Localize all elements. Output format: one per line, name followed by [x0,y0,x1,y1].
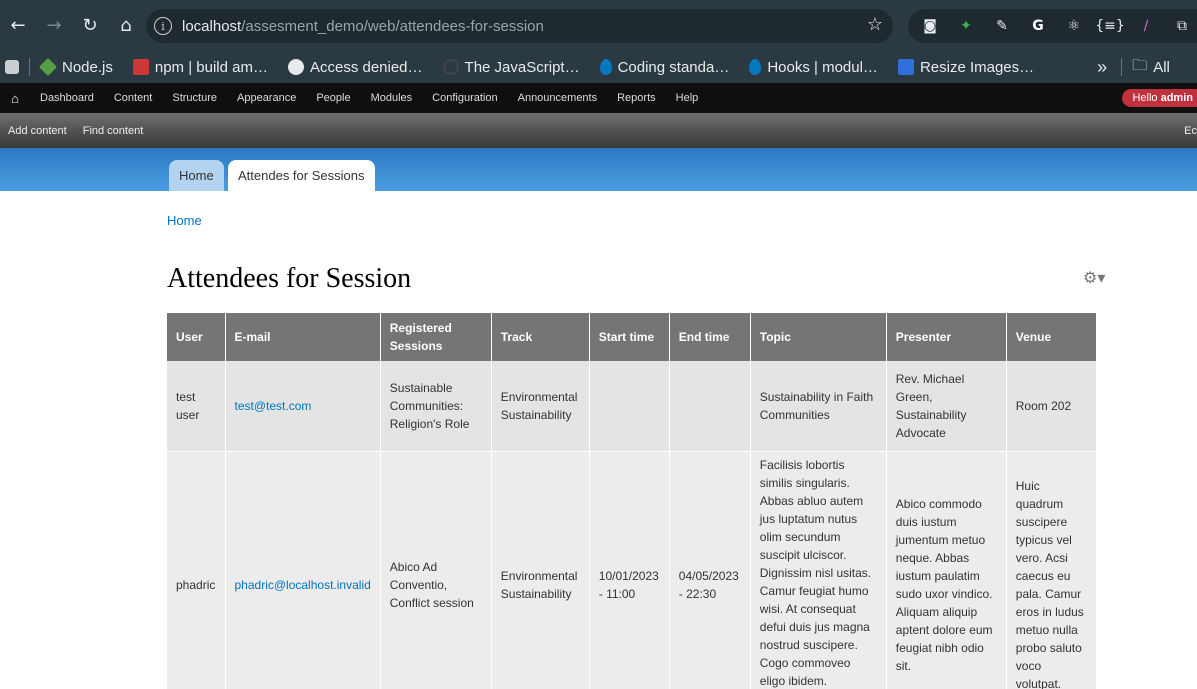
toolbar-people[interactable]: People [306,92,360,104]
address-bar[interactable]: i localhost/assesment_demo/web/attendees… [146,9,893,43]
grammarly-icon[interactable]: G [1026,14,1050,38]
globe-icon [287,59,304,75]
extensions-area: ◙ ✦ ✎ G ⚛ {≡} ∕ ⧉ [908,9,1197,43]
cell-track: Environmental Sustainability [491,361,590,452]
all-bookmarks[interactable]: 🗀 All [1132,55,1170,80]
green-extension-icon[interactable]: ✦ [954,14,978,38]
column-header-email[interactable]: E-mail [225,313,381,361]
table-row: phadric phadric@localhost.invalid Abico … [167,451,1097,689]
cell-end-time: 04/05/2023 - 22:30 [669,451,751,689]
toolbar-reports[interactable]: Reports [607,92,666,104]
toolbar-modules[interactable]: Modules [361,92,423,104]
edit-shortcuts-link[interactable]: Ec [1184,125,1197,137]
find-content-link[interactable]: Find content [75,125,152,137]
more-bookmarks-chevron-icon[interactable]: » [1097,57,1107,78]
cell-topic: Facilisis lobortis similis singularis. A… [750,451,887,689]
back-arrow-icon[interactable]: ← [0,8,36,44]
puzzle-extensions-icon[interactable]: ⧉ [1170,14,1194,38]
cell-sessions: Sustainable Communities: Religion's Role [380,361,492,452]
apps-icon[interactable] [5,60,19,74]
react-icon[interactable]: ⚛ [1062,14,1086,38]
browser-toolbar: ← → ↻ ⌂ i localhost/assesment_demo/web/a… [0,0,1197,51]
cell-user: phadric [167,451,226,689]
bookmark-javascript[interactable]: The JavaScript… [442,59,580,76]
bookmark-coding-standards[interactable]: Coding standa… [599,59,729,76]
add-content-link[interactable]: Add content [0,125,75,137]
cell-email: test@test.com [225,361,381,452]
cell-start-time [589,361,670,452]
attendees-table: User E-mail Registered Sessions Track St… [167,313,1097,689]
bookmark-star-icon[interactable]: ☆ [867,14,883,35]
toolbar-content[interactable]: Content [104,92,163,104]
column-header-track[interactable]: Track [491,313,590,361]
forward-arrow-icon[interactable]: → [36,8,72,44]
feather-extension-icon[interactable]: ∕ [1134,14,1158,38]
column-header-presenter[interactable]: Presenter [886,313,1007,361]
breadcrumb[interactable]: Home [167,213,202,228]
gear-icon[interactable]: ⚙▾ [1083,268,1105,288]
column-header-start-time[interactable]: Start time [589,313,670,361]
bookmark-hooks[interactable]: Hooks | modul… [749,59,878,76]
pen-extension-icon[interactable]: ✎ [990,14,1014,38]
cell-sessions: Abico Ad Conventio, Conflict session [380,451,492,689]
cell-user: test user [167,361,226,452]
toolbar-announcements[interactable]: Announcements [508,92,608,104]
cell-start-time: 10/01/2023 - 11:00 [589,451,670,689]
loading-icon [442,59,459,75]
tab-home[interactable]: Home [169,160,224,191]
table-row: test user test@test.com Sustainable Comm… [167,361,1097,452]
cell-end-time [669,361,751,452]
email-link[interactable]: test@test.com [235,399,312,413]
column-header-topic[interactable]: Topic [750,313,887,361]
drupal-drop-icon [749,59,762,75]
cell-venue: Huic quadrum suscipere typicus vel vero.… [1006,451,1097,689]
drupal-drop-icon [599,59,612,75]
cell-presenter: Rev. Michael Green, Sustainability Advoc… [886,361,1007,452]
cell-topic: Sustainability in Faith Communities [750,361,887,452]
column-header-user[interactable]: User [167,313,226,361]
home-icon[interactable]: ⌂ [0,91,30,106]
resize-icon [897,59,914,75]
shortcuts-bar: Add content Find content Ec [0,113,1197,148]
cell-email: phadric@localhost.invalid [225,451,381,689]
table-header-row: User E-mail Registered Sessions Track St… [167,313,1097,361]
email-link[interactable]: phadric@localhost.invalid [235,578,371,592]
bookmark-resize-images[interactable]: Resize Images… [897,59,1034,76]
toolbar-structure[interactable]: Structure [162,92,227,104]
user-greeting[interactable]: Hello admin [1122,89,1197,107]
camera-extension-icon[interactable]: ◙ [918,14,942,38]
toolbar-dashboard[interactable]: Dashboard [30,92,104,104]
site-info-icon[interactable]: i [154,17,172,35]
bookmarks-bar: Node.js npm | build am… Access denied… T… [0,51,1197,83]
nodejs-icon [38,57,58,77]
toolbar-appearance[interactable]: Appearance [227,92,306,104]
home-icon[interactable]: ⌂ [108,8,144,44]
tab-attendes-for-sessions[interactable]: Attendes for Sessions [228,160,375,191]
bookmark-access-denied[interactable]: Access denied… [287,59,423,76]
toolbar-help[interactable]: Help [666,92,709,104]
bookmark-npm[interactable]: npm | build am… [132,59,268,76]
toolbar-configuration[interactable]: Configuration [422,92,507,104]
bookmark-nodejs[interactable]: Node.js [38,57,113,77]
cell-track: Environmental Sustainability [491,451,590,689]
url-text[interactable]: localhost/assesment_demo/web/attendees-f… [182,18,544,35]
json-extension-icon[interactable]: {≡} [1095,14,1125,38]
bookmarks-separator [29,58,30,76]
npm-icon [132,59,149,75]
cell-venue: Room 202 [1006,361,1097,452]
column-header-venue[interactable]: Venue [1006,313,1097,361]
cell-presenter: Abico commodo duis iustum jumentum metuo… [886,451,1007,689]
page-header: Home Attendes for Sessions [0,148,1197,191]
reload-icon[interactable]: ↻ [72,8,108,44]
folder-icon: 🗀 [1132,56,1148,74]
bookmarks-separator [1121,58,1123,76]
column-header-registered-sessions[interactable]: Registered Sessions [380,313,492,361]
column-header-end-time[interactable]: End time [669,313,751,361]
page-title: Attendees for Session [167,263,412,294]
admin-toolbar: ⌂ Dashboard Content Structure Appearance… [0,83,1197,113]
